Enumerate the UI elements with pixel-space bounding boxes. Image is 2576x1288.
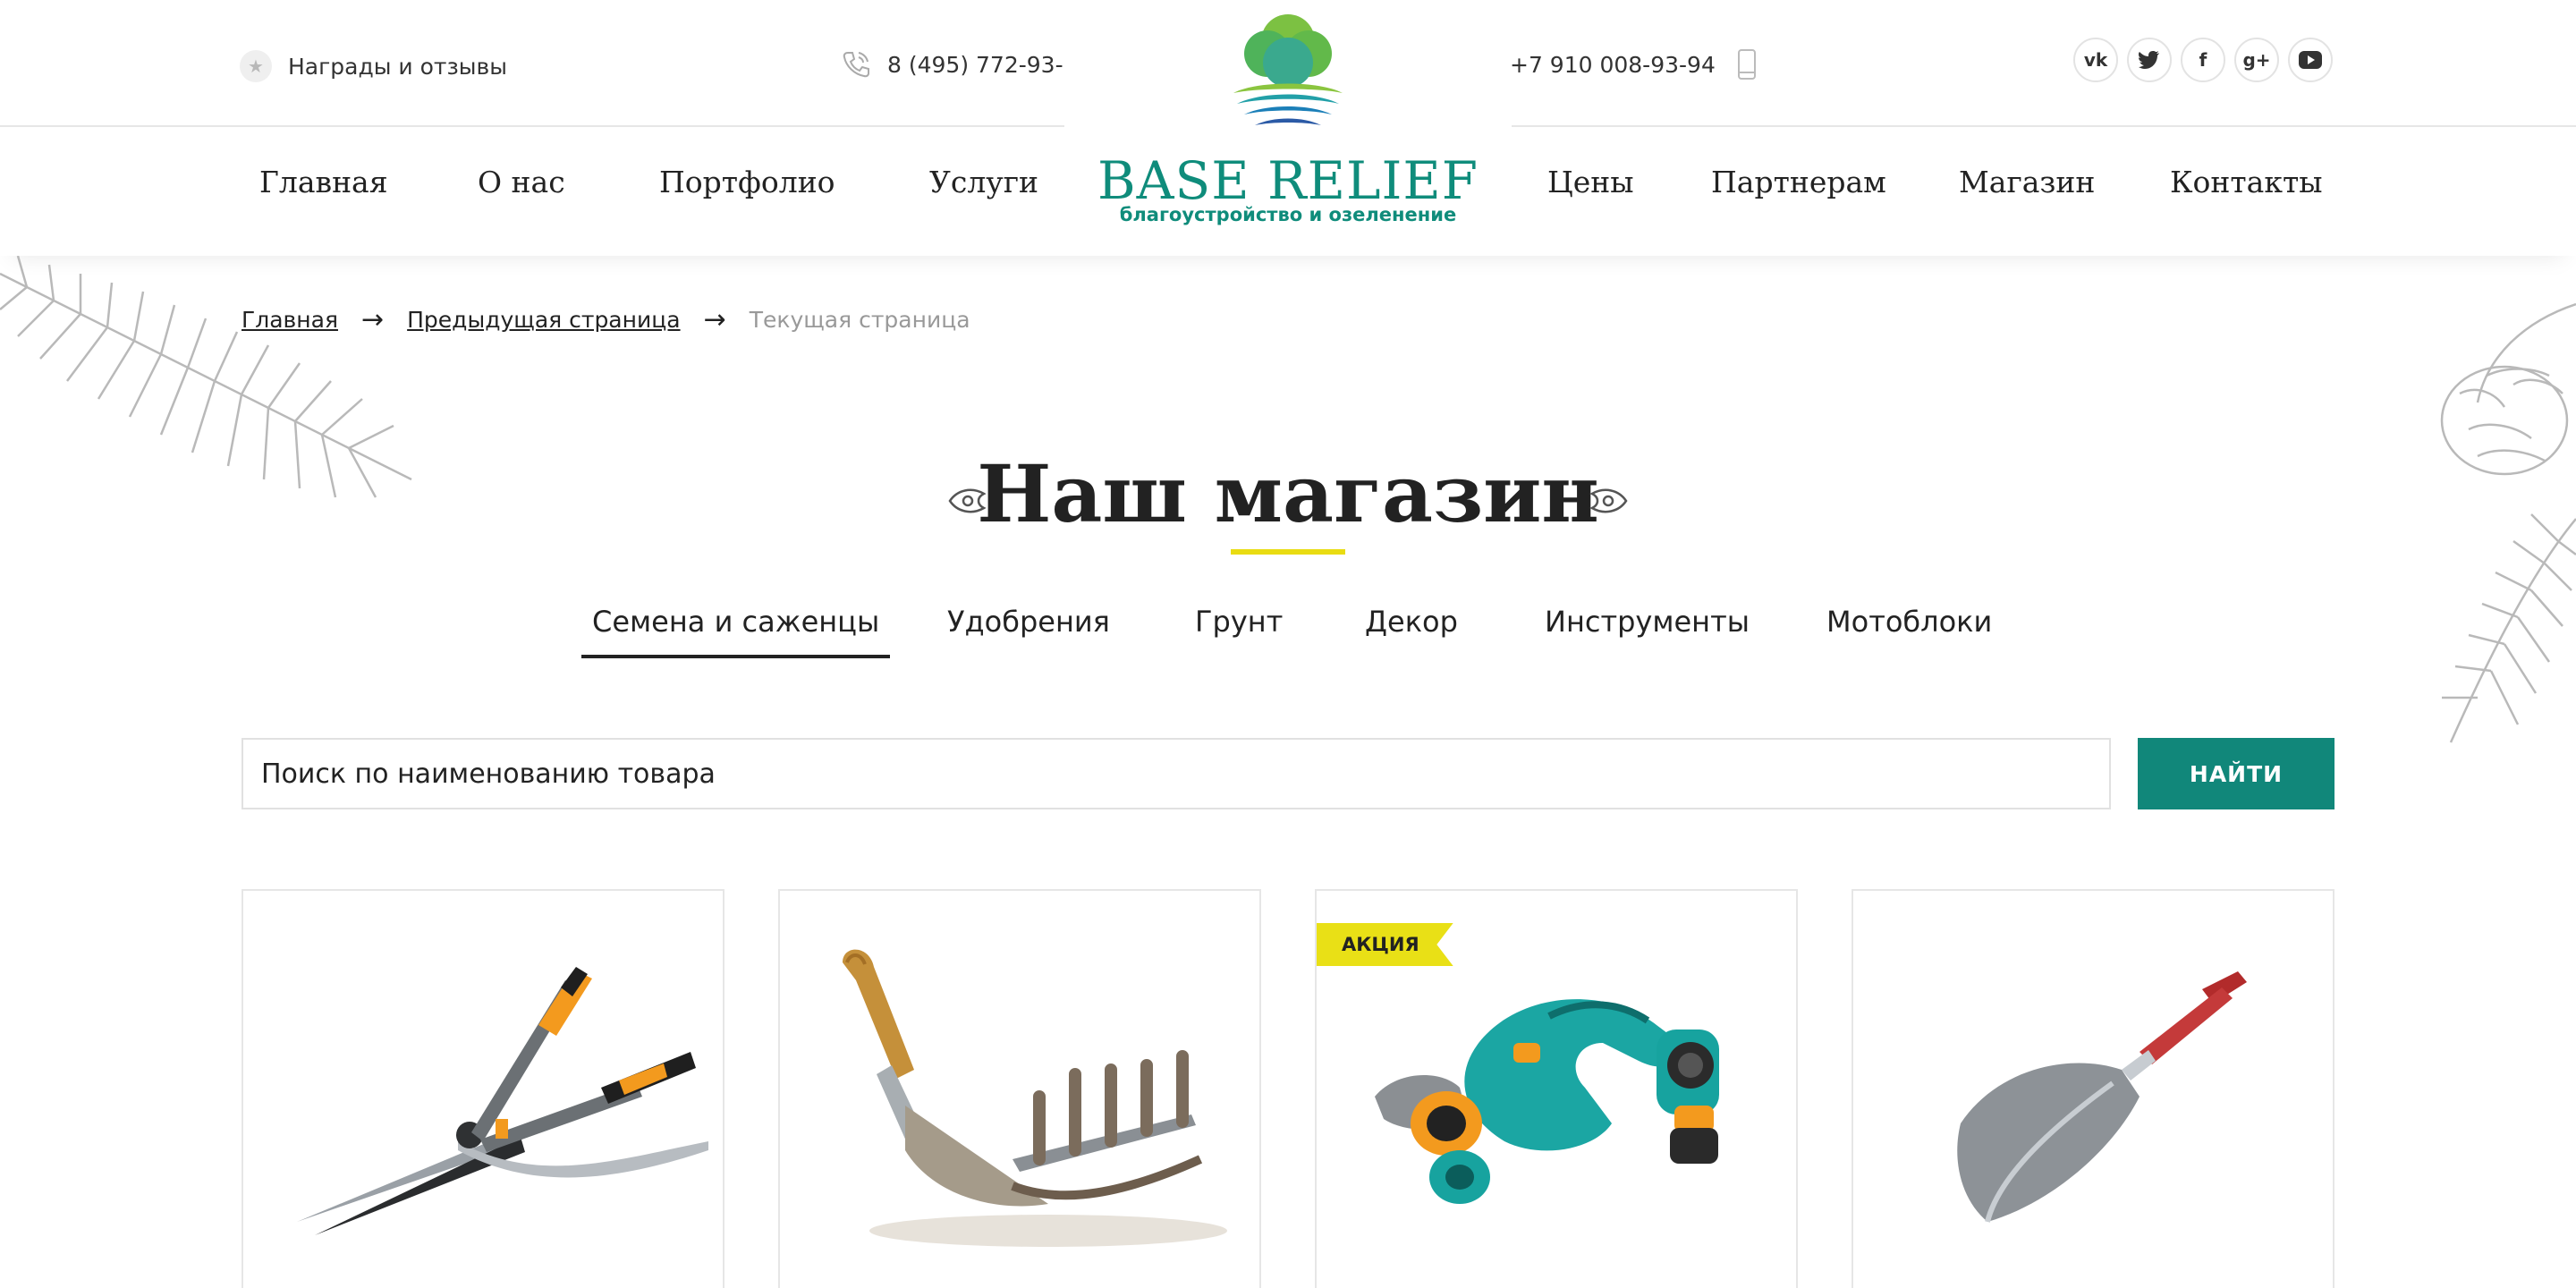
tab-decor[interactable]: Декор	[1354, 605, 1469, 655]
phone-main[interactable]: 8 (495) 772-93-94	[841, 45, 1091, 84]
arrow-right-icon: →	[703, 304, 726, 335]
phone-icon	[843, 52, 869, 78]
trowel-image	[1957, 971, 2247, 1223]
ornament-left-icon	[948, 488, 987, 513]
page-title: Наш магазин	[977, 447, 1599, 540]
brand-name: BASE RELIEF	[1097, 150, 1479, 211]
google-plus-icon[interactable]: g+	[2234, 38, 2279, 82]
tab-tillers[interactable]: Мотоблоки	[1816, 605, 2003, 655]
arrow-right-icon: →	[360, 304, 385, 335]
title-underline	[1231, 549, 1345, 555]
nav-item-services[interactable]: Услуги	[929, 165, 1038, 199]
nav-item-prices[interactable]: Цены	[1547, 165, 1634, 199]
phone-mobile[interactable]: +7 910 008-93-94	[1510, 45, 1757, 84]
search-input[interactable]	[242, 738, 2111, 809]
phone-mobile-label: +7 910 008-93-94	[1510, 51, 1716, 78]
phone-main-label: 8 (495) 772-93-94	[887, 51, 1092, 78]
mobile-phone-icon	[1737, 49, 1756, 80]
nav-item-about[interactable]: О нас	[478, 165, 565, 199]
breadcrumb-previous[interactable]: Предыдущая страница	[407, 307, 680, 333]
awards-label: Награды и отзывы	[288, 53, 507, 80]
awards-link[interactable]: ★ Награды и отзывы	[240, 48, 507, 84]
nav-item-portfolio[interactable]: Портфолио	[659, 165, 835, 199]
twitter-icon[interactable]	[2127, 38, 2172, 82]
tree-logo-icon	[1233, 14, 1343, 125]
product-card[interactable]	[778, 889, 1261, 1288]
hand-cultivator-image	[843, 949, 1227, 1247]
product-card[interactable]	[1852, 889, 2334, 1288]
breadcrumb-home[interactable]: Главная	[242, 307, 338, 333]
hedge-shears-image	[297, 967, 708, 1235]
brand-tagline: благоустройство и озеленение	[1119, 204, 1457, 225]
search-button[interactable]: НАЙТИ	[2138, 738, 2334, 809]
tab-seeds[interactable]: Семена и саженцы	[581, 605, 891, 658]
site-logo[interactable]: BASE RELIEF благоустройство и озеленение	[1064, 0, 1512, 256]
tab-soil[interactable]: Грунт	[1184, 605, 1293, 655]
vk-icon[interactable]: vk	[2073, 38, 2118, 82]
social-links: vk f g+	[2073, 38, 2333, 82]
nav-item-shop[interactable]: Магазин	[1959, 165, 2095, 199]
tab-fertilizers[interactable]: Удобрения	[936, 605, 1121, 655]
ornament-right-icon	[1589, 488, 1628, 513]
nav-item-home[interactable]: Главная	[259, 165, 388, 199]
product-card[interactable]: АКЦИЯ	[1315, 889, 1798, 1288]
breadcrumb: Главная → Предыдущая страница → Текущая …	[242, 304, 970, 335]
product-card[interactable]	[242, 889, 724, 1288]
page-title-block: Наш магазин	[0, 447, 2576, 540]
nav-item-partners[interactable]: Партнерам	[1711, 165, 1886, 199]
youtube-icon[interactable]	[2288, 38, 2333, 82]
star-icon: ★	[240, 50, 272, 82]
tab-tools[interactable]: Инструменты	[1534, 605, 1760, 655]
nav-item-contacts[interactable]: Контакты	[2170, 165, 2322, 199]
facebook-icon[interactable]: f	[2181, 38, 2225, 82]
breadcrumb-current: Текущая страница	[749, 307, 970, 333]
spray-nozzle-image	[1375, 999, 1719, 1204]
